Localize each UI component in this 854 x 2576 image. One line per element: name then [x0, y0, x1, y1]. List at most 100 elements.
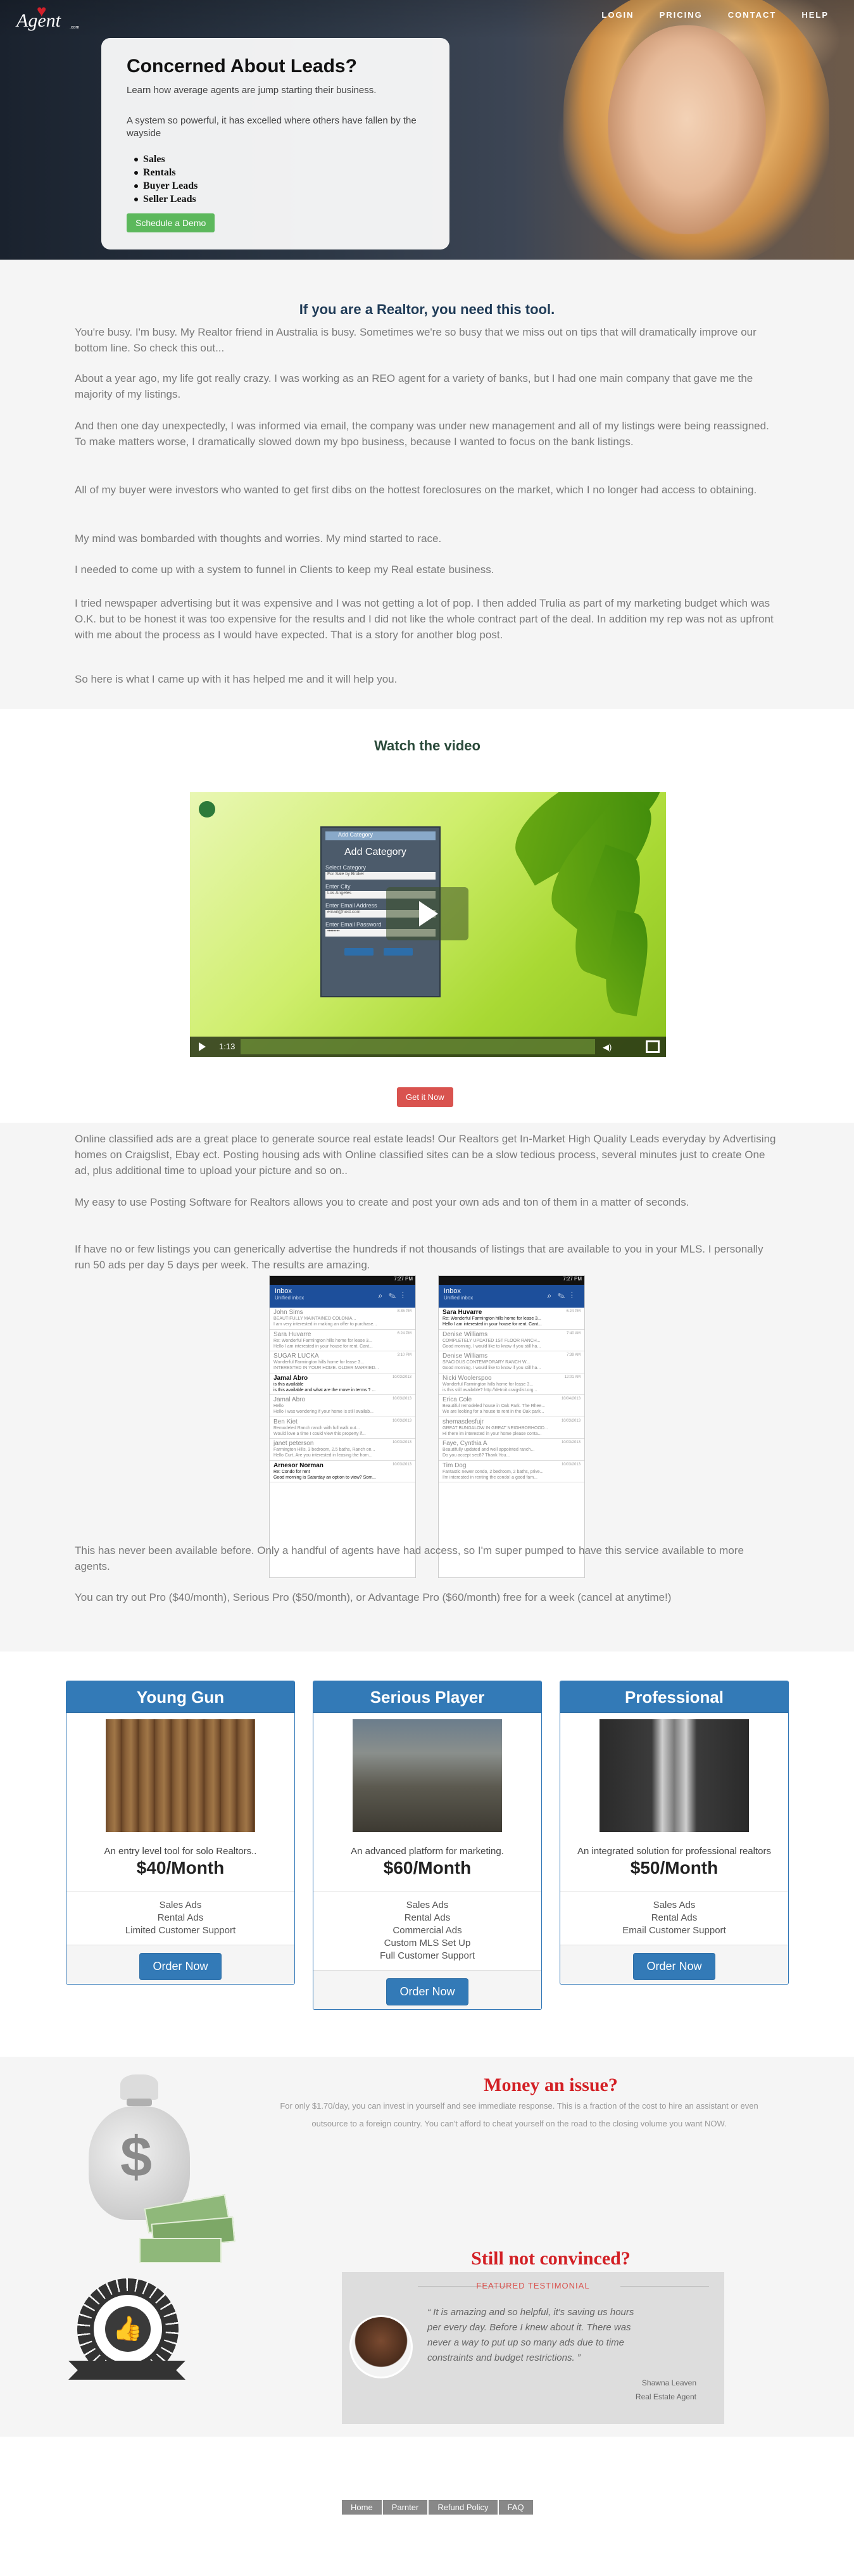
dialog-submit-button — [344, 948, 374, 956]
testimonial-label: FEATURED TESTIMONIAL — [476, 2281, 590, 2290]
footer-link-home[interactable]: Home — [342, 2500, 382, 2515]
plan-feature: Commercial Ads — [392, 1925, 462, 1936]
message-sender: SUGAR LUCKA — [273, 1353, 319, 1360]
message-sender: John Sims — [273, 1309, 303, 1316]
message-row[interactable]: John Sims 8:35 PM BEAUTIFULLY MAINTAINED C… — [270, 1308, 415, 1330]
testimonial-quote-text: It is amazing and so helpful, it's savin… — [427, 2307, 634, 2363]
message-preview: Hello I am interested in your house for … — [443, 1322, 542, 1327]
top-nav: LOGIN PRICING CONTACT HELP — [601, 10, 829, 20]
video-player[interactable]: Add Category Add Category Select Categor… — [190, 792, 666, 1057]
hero-title: Concerned About Leads? — [127, 56, 357, 77]
message-preview: Hello Curt, Are you interested in leasin… — [273, 1453, 373, 1458]
message-subject: Re: Condo for rent — [273, 1469, 310, 1474]
message-preview: Good morning. I would like to know if yo… — [443, 1366, 541, 1370]
play-icon[interactable] — [199, 1042, 206, 1051]
search-icon: ⌕✎⋮ — [547, 1291, 579, 1300]
intro-paragraph: I tried newspaper advertising but it was… — [75, 597, 774, 641]
message-preview: Good morning is Saturday an option to vi… — [273, 1475, 376, 1480]
message-sender: Sara Huvarre — [273, 1330, 311, 1338]
site-logo[interactable]: ♥ Agent .com — [14, 1, 96, 33]
still-not-convinced-heading: Still not convinced? — [471, 2248, 631, 2269]
message-row[interactable]: Denise Williams 7:40 AM COMPLETELY UPDATED… — [439, 1330, 584, 1351]
message-list: John Sims 8:35 PM BEAUTIFULLY MAINTAINED C… — [270, 1308, 415, 1482]
footer-link-faq[interactable]: FAQ — [498, 2500, 533, 2515]
message-row[interactable]: Jamal Abro 10/03/2013 is this available is … — [270, 1373, 415, 1395]
logo-text: Agent — [16, 10, 61, 31]
message-date: 7:40 AM — [566, 1331, 581, 1335]
nav-pricing[interactable]: PRICING — [660, 10, 703, 20]
message-row[interactable]: shemasdesfujr 10/03/2013 GREAT BUNGALOW IN… — [439, 1417, 584, 1439]
footer-link-partner[interactable]: Parnter — [382, 2500, 428, 2515]
message-sender: Tim Dog — [443, 1462, 467, 1469]
plan-price: $50/Month — [630, 1858, 719, 1878]
message-row[interactable]: Denise Williams 7:39 AM SPACIOUS CONTEMPOR… — [439, 1351, 584, 1373]
intro-paragraph: And then one day unexpectedly, I was inf… — [75, 420, 769, 448]
message-row[interactable]: Erica Cole 10/04/2013 Beautiful remodeled … — [439, 1395, 584, 1417]
message-date: 10/04/2013 — [561, 1397, 581, 1401]
message-preview: is this available and what are the move … — [273, 1387, 376, 1392]
message-subject: SPACIOUS CONTEMPORARY RANCH W... — [443, 1360, 531, 1365]
hero-bullet-list: Sales Rentals Buyer Leads Seller Leads — [134, 153, 424, 206]
message-row[interactable]: janet peterson 10/03/2013 Farmington Hills… — [270, 1439, 415, 1461]
message-sender: Erica Cole — [443, 1396, 472, 1403]
message-row[interactable]: Jamal Abro 10/03/2013 Hello Hello I was won… — [270, 1395, 415, 1417]
message-row[interactable]: Arnesor Norman 10/03/2013 Re: Condo for re… — [270, 1461, 415, 1482]
message-date: 8:35 PM — [397, 1310, 411, 1313]
message-date: 10/03/2013 — [561, 1462, 581, 1467]
plan-price: $60/Month — [383, 1858, 472, 1878]
message-row[interactable]: Tim Dog 10/03/2013 Fantastic newer condo, … — [439, 1461, 584, 1482]
message-sender: Ben Kiet — [273, 1418, 298, 1425]
wood-texture-image — [106, 1719, 255, 1832]
logo-suffix: .com — [70, 25, 80, 30]
phone-screenshot: 7:27 PM Inbox Unified inbox ⌕✎⋮ John Sim… — [269, 1275, 416, 1578]
schedule-demo-button[interactable]: Schedule a Demo — [127, 213, 215, 232]
order-now-button[interactable]: Order Now — [139, 1953, 222, 1980]
intro-paragraph: All of my buyer were investors who wante… — [75, 484, 757, 496]
plan-feature: Sales Ads — [159, 1900, 202, 1910]
get-it-now-button[interactable]: Get it Now — [397, 1087, 453, 1107]
video-progress-bar[interactable] — [241, 1039, 595, 1054]
play-overlay-icon[interactable] — [386, 887, 468, 940]
category-select: For Sale by Broker — [325, 872, 436, 880]
plan-footer: Order Now — [560, 1945, 788, 1984]
message-sender: Sara Huvarre — [443, 1309, 482, 1316]
hero-card: Concerned About Leads? Learn how average… — [101, 38, 449, 249]
search-icon: ⌕✎⋮ — [378, 1291, 410, 1300]
order-now-button[interactable]: Order Now — [633, 1953, 715, 1980]
message-subject: Wonderful Farmington hills home for leas… — [443, 1382, 534, 1387]
message-preview: Hi there im interested in your home plea… — [443, 1431, 542, 1436]
video-heading: Watch the video — [374, 738, 480, 754]
message-row[interactable]: Sara Huvarre 6:24 PM Re: Wonderful Farming… — [439, 1308, 584, 1330]
plan-feature: Rental Ads — [404, 1912, 451, 1923]
dialog-title: Add Category — [344, 847, 406, 857]
message-subject: Re: Wonderful Farmington hills home for … — [443, 1316, 541, 1321]
money-bag-icon: $ — [76, 2074, 235, 2271]
plan-feature: Rental Ads — [651, 1912, 698, 1923]
feature-paragraph: You can try out Pro ($40/month), Serious… — [75, 1591, 672, 1603]
message-row[interactable]: Sara Huvarre 6:24 PM Re: Wonderful Farming… — [270, 1330, 415, 1351]
footer-link-refund-policy[interactable]: Refund Policy — [429, 2500, 498, 2515]
volume-icon[interactable]: ◀) — [603, 1042, 613, 1052]
message-preview: is this still available? http://detroit.… — [443, 1387, 537, 1392]
nav-login[interactable]: LOGIN — [601, 10, 634, 20]
money-issue-heading: Money an issue? — [484, 2074, 618, 2095]
plan-feature: Custom MLS Set Up — [384, 1938, 471, 1948]
message-row[interactable]: Ben Kiet 10/03/2013 Remodeled Ranch ranch … — [270, 1417, 415, 1439]
message-row[interactable]: Faye, Cynthia A 10/03/2013 Beautifully upd… — [439, 1439, 584, 1461]
nav-contact[interactable]: CONTACT — [728, 10, 777, 20]
nav-help[interactable]: HELP — [801, 10, 829, 20]
message-row[interactable]: Nicki Woolerspoo 12:01 AM Wonderful Farmin… — [439, 1373, 584, 1395]
message-date: 10/03/2013 — [561, 1418, 581, 1423]
message-row[interactable]: SUGAR LUCKA 3:10 PM Wonderful Farmington h… — [270, 1351, 415, 1373]
message-preview: We are looking for a house to rent in th… — [443, 1410, 544, 1414]
intro-paragraph: I needed to come up with a system to fun… — [75, 564, 494, 576]
message-preview: I am very interested in making an offer … — [273, 1322, 377, 1327]
message-sender: Nicki Woolerspoo — [443, 1374, 492, 1382]
order-now-button[interactable]: Order Now — [386, 1978, 468, 2005]
video-time: 1:13 — [219, 1042, 235, 1051]
fullscreen-icon[interactable] — [646, 1040, 660, 1053]
message-subject: Remodeled Ranch ranch with full walk out… — [273, 1425, 360, 1430]
plan-feature: Sales Ads — [653, 1900, 696, 1910]
message-preview: Would love a time I could view this prop… — [273, 1431, 366, 1436]
money-issue-text: For only $1.70/day, you can invest in yo… — [280, 2101, 758, 2111]
